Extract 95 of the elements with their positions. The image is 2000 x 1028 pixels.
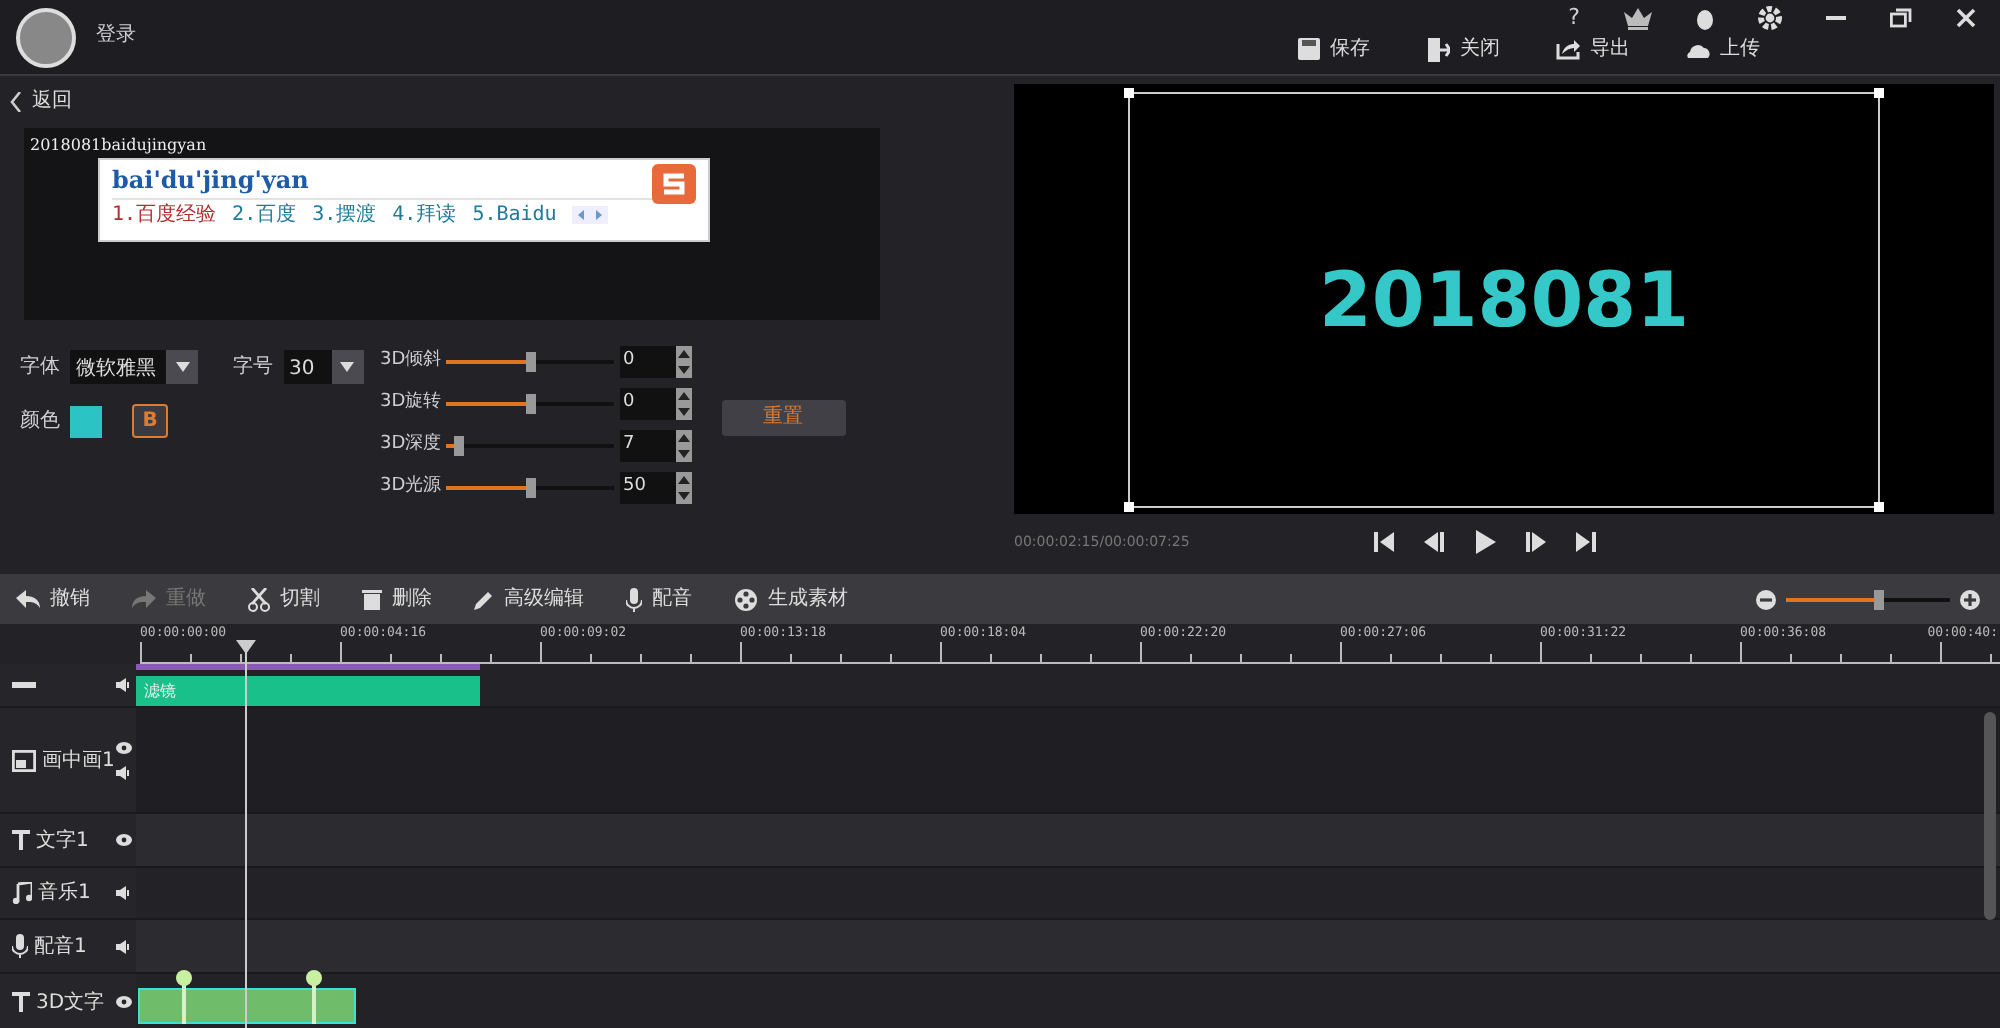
ime-logo-icon <box>652 164 696 204</box>
field-label: 字号 <box>233 353 273 382</box>
dropdown-arrow-icon <box>340 362 354 372</box>
number-field[interactable]: 0 <box>619 346 675 378</box>
slider-label: 3D深度 <box>380 432 444 459</box>
keyframe-dot[interactable] <box>306 970 322 986</box>
resize-handle[interactable] <box>1874 88 1884 98</box>
skip-forward-icon[interactable] <box>1576 532 1596 552</box>
microphone-icon <box>12 934 28 958</box>
undo-button[interactable]: 撤销 <box>16 584 90 614</box>
editor-text: 2018081baidujingyan <box>30 136 207 154</box>
ime-candidate[interactable]: 5.Baidu <box>472 200 557 230</box>
undo-icon <box>16 590 40 608</box>
slider-label: 3D光源 <box>380 474 444 501</box>
edit-button[interactable]: 高级编辑 <box>474 584 584 614</box>
eye-icon[interactable] <box>116 834 132 846</box>
film-reel-icon <box>734 587 758 611</box>
number-field[interactable]: 7 <box>619 430 675 462</box>
trash-icon <box>362 588 382 610</box>
login-link[interactable]: 登录 <box>96 20 136 74</box>
speaker-icon[interactable] <box>116 765 132 779</box>
delete-button[interactable]: 删除 <box>362 584 432 614</box>
crown-icon[interactable] <box>1624 7 1652 30</box>
picture-in-picture-icon <box>12 749 36 771</box>
keyframe-dot[interactable] <box>176 970 192 986</box>
microphone-icon <box>626 587 642 611</box>
slider-label: 3D倾斜 <box>380 348 444 375</box>
track-name: 音乐1 <box>38 879 91 908</box>
slider-thumb[interactable] <box>526 478 536 498</box>
page-arrows-icon[interactable] <box>572 206 609 224</box>
close-icon[interactable] <box>1956 8 1976 29</box>
text-editor[interactable]: 2018081baidujingyan bai'du'jing'yan 1.百度经验 2.百度 3.摆渡 4.拜读 5.Baidu <box>24 128 880 320</box>
redo-icon <box>132 590 156 608</box>
resize-handle[interactable] <box>1874 502 1884 512</box>
preview-text: 2018081 <box>1318 253 1690 347</box>
exit-icon <box>1426 37 1450 61</box>
music-note-icon <box>12 882 32 904</box>
scissors-icon <box>248 587 270 611</box>
resize-handle[interactable] <box>1124 502 1134 512</box>
help-button[interactable]: ? <box>1568 2 1580 35</box>
ime-candidate[interactable]: 4.拜读 <box>392 200 457 230</box>
avatar[interactable] <box>16 8 76 68</box>
text-icon <box>12 992 30 1012</box>
text-icon <box>12 830 30 850</box>
bold-toggle[interactable]: B <box>132 404 168 438</box>
dropdown-arrow-icon <box>175 362 189 372</box>
speaker-icon[interactable] <box>116 939 132 953</box>
slider-thumb[interactable] <box>526 394 536 414</box>
eye-icon[interactable] <box>116 741 132 753</box>
number-field[interactable]: 50 <box>619 472 675 504</box>
speaker-icon[interactable] <box>116 886 132 900</box>
back-button[interactable]: 返回 <box>10 86 72 116</box>
cloud-upload-icon <box>1686 39 1710 59</box>
track-name: 画中画1 <box>42 747 115 775</box>
settings-icon[interactable] <box>1758 6 1782 31</box>
field-label: 颜色 <box>20 407 60 436</box>
number-field[interactable]: 0 <box>619 388 675 420</box>
dash-icon <box>12 682 36 688</box>
ime-candidate[interactable]: 2.百度 <box>232 200 297 230</box>
selection-frame[interactable]: 2018081 <box>1128 92 1880 508</box>
ime-candidate[interactable]: 1.百度经验 <box>112 200 217 230</box>
resize-handle[interactable] <box>1124 88 1134 98</box>
share-icon <box>1556 38 1580 60</box>
restore-icon[interactable] <box>1890 8 1912 29</box>
color-swatch[interactable] <box>70 405 102 437</box>
step-forward-icon[interactable] <box>1526 532 1546 552</box>
save-button[interactable]: 保存 <box>1298 34 1370 64</box>
cut-button[interactable]: 切割 <box>248 584 320 614</box>
zoom-thumb[interactable] <box>1874 589 1885 609</box>
zoom-in-icon[interactable] <box>1959 589 1979 609</box>
track-name: 3D文字 <box>36 989 105 1017</box>
ime-candidate[interactable]: 3.摆渡 <box>312 200 377 230</box>
zoom-out-icon[interactable] <box>1755 589 1775 609</box>
exit-button[interactable]: 关闭 <box>1426 34 1500 64</box>
track-name: 配音1 <box>34 933 87 961</box>
skip-back-icon[interactable] <box>1374 532 1394 552</box>
export-button[interactable]: 导出 <box>1556 34 1630 64</box>
play-icon[interactable] <box>1474 530 1496 554</box>
slider-thumb[interactable] <box>526 352 536 372</box>
playhead-drawing[interactable] <box>236 640 256 1028</box>
field-label: 字体 <box>20 353 60 382</box>
speaker-icon[interactable] <box>116 678 132 692</box>
slider-label: 3D旋转 <box>380 390 444 417</box>
scrollbar-thumb[interactable] <box>1984 712 1996 920</box>
eye-icon[interactable] <box>116 996 132 1008</box>
chevron-left-icon <box>10 91 22 111</box>
film-button[interactable]: 生成素材 <box>734 584 848 614</box>
track-name: 文字1 <box>36 827 89 855</box>
mic-button[interactable]: 配音 <box>626 584 692 614</box>
slider-thumb[interactable] <box>453 436 464 456</box>
minimize-icon[interactable] <box>1826 16 1846 21</box>
upload-button[interactable]: 上传 <box>1686 34 1760 64</box>
step-back-icon[interactable] <box>1424 532 1444 552</box>
pencil-icon <box>474 589 494 609</box>
save-icon <box>1298 38 1320 60</box>
